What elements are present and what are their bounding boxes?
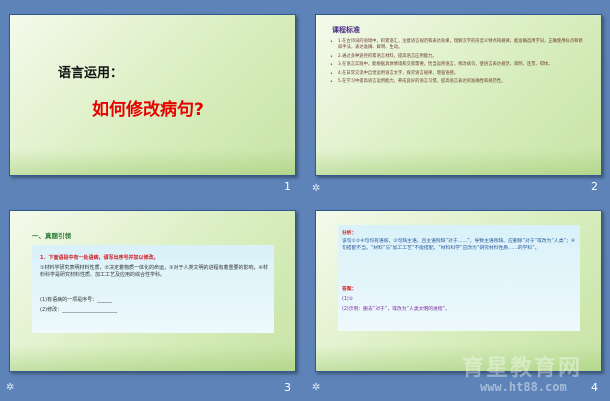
watermark-logo: 育星教育网 (462, 356, 583, 381)
answer-line-1: (1)有语病的一项是序号：______ (40, 297, 113, 303)
passage-text: ①材料学研究表明材料性质，②决定着物质一体化的命运，③对于人类文明的进程有着重要… (40, 265, 268, 278)
transition-icon: ✲ (6, 382, 15, 393)
analysis-text: 该句①②④句均有语病，②句缺主语，且主语残缺“对于……”，导致主语残缺。应删除“… (342, 239, 576, 251)
slide-1-title: 如何修改病句? (92, 100, 204, 120)
list-item: 1.在古诗词的语境中，积累语汇，注意语言规范和表达效果，理解汉字的形音义特点和规… (330, 39, 585, 52)
answer-label: 答案： (342, 287, 357, 292)
slide-2-heading: 课程标准 (332, 26, 360, 34)
slide-thumbnail-2[interactable]: 课程标准 1.在古诗词的语境中，积累语汇，注意语言规范和表达效果，理解汉字的形音… (315, 14, 602, 176)
slide-number-1: 1 (284, 180, 291, 193)
answer-line-1: (1)② (342, 297, 354, 302)
slide-3-heading: 一、真题引领 (32, 232, 71, 240)
list-item: 5.在学习中提高语言运用能力，养成良好的语言习惯，提高语言表达的准确性和规范性。 (330, 79, 585, 86)
analysis-label: 分析： (342, 231, 357, 236)
question-text: 1．下面语段中有一处语病，请写出序号并加以修改。 (40, 255, 159, 261)
list-item: 2.通过多种途径积累语言材料，提高语言应用能力。 (330, 54, 585, 61)
watermark-url: www.ht88.com (480, 380, 567, 394)
list-item: 3.在语言实践中，能根据具体情境和交际需要，恰当运用语言，修改病句，使语言表达规… (330, 62, 585, 69)
slide-thumbnail-4[interactable]: 分析： 该句①②④句均有语病，②句缺主语，且主语残缺“对于……”，导致主语残缺。… (315, 210, 602, 372)
slide-number-2: 2 (591, 180, 598, 193)
transition-icon: ✲ (312, 183, 321, 194)
slide-2-list: 1.在古诗词的语境中，积累语汇，注意语言规范和表达效果，理解汉字的形音义特点和规… (330, 39, 585, 87)
slide-number-3: 3 (284, 381, 291, 394)
slide-1-subtitle: 语言运用： (58, 66, 124, 81)
list-item: 4.在日常交流中自觉运用语言文字，探究语言规律，增强语感。 (330, 71, 585, 78)
transition-icon: ✲ (312, 382, 321, 393)
answer-line-2: (2)示例：删去“对于”，或改为“人类文明的进程”。 (342, 307, 450, 312)
slide-thumbnail-3[interactable]: 一、真题引领 1．下面语段中有一处语病，请写出序号并加以修改。 ①材料学研究表明… (9, 210, 296, 372)
slide-thumbnail-1[interactable]: 语言运用： 如何修改病句? (9, 14, 296, 176)
slide-number-4: 4 (591, 381, 598, 394)
answer-line-2: (2)修改：______________________ (40, 307, 118, 313)
